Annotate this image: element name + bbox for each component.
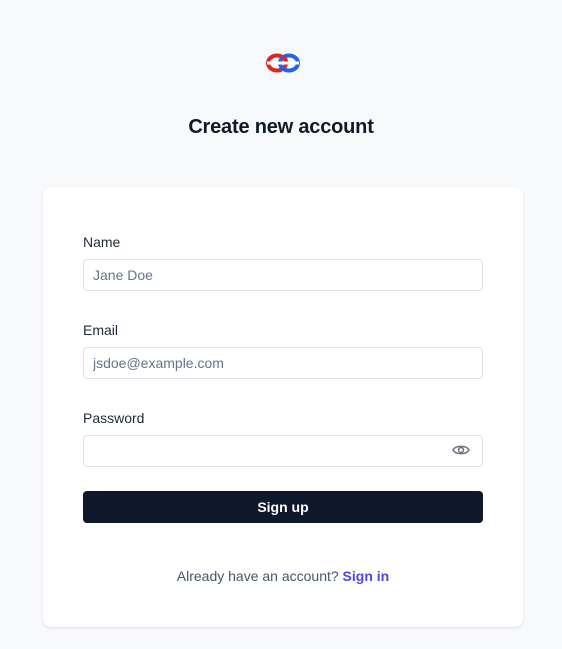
name-input[interactable] <box>83 259 483 291</box>
name-label: Name <box>83 234 121 250</box>
email-label: Email <box>83 322 119 338</box>
signin-prompt-text: Already have an account? <box>176 568 339 584</box>
signin-prompt: Already have an account? Sign in <box>43 567 523 585</box>
password-label: Password <box>83 410 145 426</box>
signup-card: Name Email Password Sign up Already have… <box>43 187 523 627</box>
password-input[interactable] <box>83 435 483 467</box>
sign-in-link[interactable]: Sign in <box>343 568 390 584</box>
sign-up-button[interactable]: Sign up <box>83 491 483 523</box>
show-password-toggle[interactable] <box>447 442 475 462</box>
email-input[interactable] <box>83 347 483 379</box>
chain-link-logo-icon <box>266 51 300 75</box>
eye-icon <box>452 443 470 462</box>
page-title: Create new account <box>188 116 374 139</box>
